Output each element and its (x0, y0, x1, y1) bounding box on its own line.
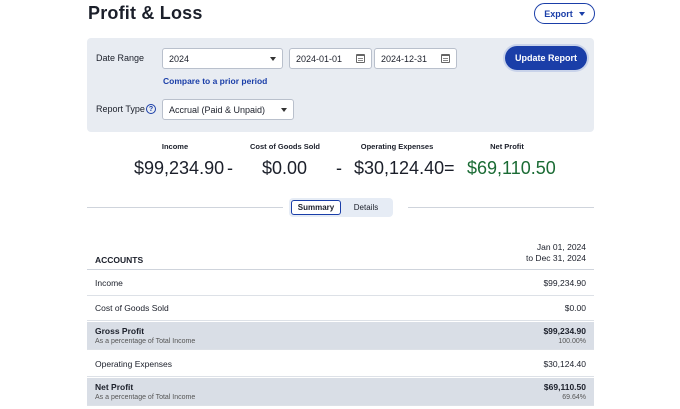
date-range-select[interactable]: 2024 (162, 48, 283, 69)
period-end: to Dec 31, 2024 (525, 253, 586, 263)
row-label: Cost of Goods Sold (95, 303, 169, 313)
opex-summary-value: $30,124.40 (354, 158, 445, 178)
page-title: Profit & Loss (88, 3, 203, 23)
row-sublabel: As a percentage of Total Income (95, 338, 196, 345)
view-toggle: Summary Details (289, 198, 393, 217)
report-type-value: Accrual (Paid & Unpaid) (169, 104, 266, 115)
row-amount: $99,234.90 (543, 326, 586, 336)
chevron-down-icon (270, 56, 276, 61)
table-row-total: Net Profit $69,110.50 As a percentage of… (87, 378, 594, 406)
calendar-icon[interactable] (441, 54, 450, 63)
table-header: ACCOUNTS Jan 01, 2024 to Dec 31, 2024 (87, 240, 594, 270)
net-profit-summary-value: $69,110.50 (467, 158, 556, 178)
row-percentage: 100.00% (558, 338, 586, 345)
start-date-value: 2024-01-01 (296, 53, 343, 64)
cogs-summary-value: $0.00 (262, 158, 308, 178)
report-type-label: Report Type (96, 104, 145, 114)
help-icon[interactable]: ? (146, 104, 156, 114)
table-row: Cost of Goods Sold $0.00 (87, 296, 594, 321)
end-date-field[interactable]: 2024-12-31 (374, 48, 457, 69)
end-date-value: 2024-12-31 (381, 53, 428, 64)
income-summary-value: $99,234.90 (134, 158, 225, 178)
row-label: Operating Expenses (95, 359, 173, 369)
tab-summary[interactable]: Summary (291, 200, 341, 215)
divider (408, 207, 594, 208)
net-profit-summary-label: Net Profit (490, 142, 524, 151)
chevron-down-icon (578, 11, 585, 16)
export-label: Export (544, 8, 573, 19)
update-report-button[interactable]: Update Report (505, 46, 587, 70)
table-row: Operating Expenses $30,124.40 (87, 352, 594, 377)
export-button[interactable]: Export (534, 3, 595, 24)
date-range-label: Date Range (96, 53, 145, 63)
income-summary-label: Income (161, 142, 189, 151)
row-label: Net Profit (95, 382, 134, 392)
start-date-field[interactable]: 2024-01-01 (289, 48, 372, 69)
tab-details[interactable]: Details (341, 200, 391, 215)
opex-summary-label: Operating Expenses (360, 142, 434, 151)
row-label: Gross Profit (95, 326, 145, 336)
row-amount: $99,234.90 (543, 278, 586, 288)
cogs-summary-label: Cost of Goods Sold (250, 142, 320, 151)
date-range-value: 2024 (169, 53, 190, 64)
compare-prior-period-link[interactable]: Compare to a prior period (163, 76, 267, 86)
minus-operator: - (227, 158, 233, 178)
accounts-column-header: ACCOUNTS (95, 255, 144, 265)
row-label: Income (95, 278, 123, 288)
report-type-select[interactable]: Accrual (Paid & Unpaid) (162, 99, 294, 120)
table-row-total: Gross Profit $99,234.90 As a percentage … (87, 322, 594, 350)
minus-operator: - (336, 158, 342, 178)
equals-operator: = (444, 158, 455, 178)
divider (87, 207, 283, 208)
period-column-header: Jan 01, 2024 to Dec 31, 2024 (526, 242, 586, 264)
row-amount: $0.00 (564, 303, 586, 313)
row-sublabel: As a percentage of Total Income (95, 394, 196, 401)
row-percentage: 69.64% (562, 394, 586, 401)
calendar-icon[interactable] (356, 54, 365, 63)
table-row: Income $99,234.90 (87, 271, 594, 296)
row-amount: $30,124.40 (543, 359, 586, 369)
row-amount: $69,110.50 (543, 382, 586, 392)
period-start: Jan 01, 2024 (536, 242, 586, 252)
chevron-down-icon (281, 107, 287, 112)
